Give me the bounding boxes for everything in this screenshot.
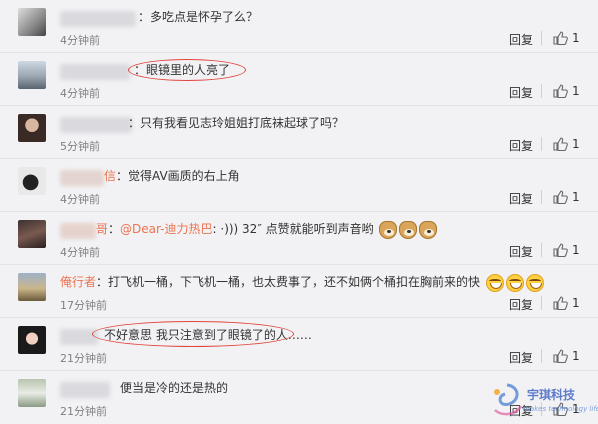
like-count: 1: [572, 84, 580, 98]
username[interactable]: 俺行者: [60, 275, 96, 289]
watermark-logo: 宇琪科技 makes technology life: [487, 380, 598, 420]
watermark-text: 宇琪科技: [527, 388, 576, 402]
thumbs-up-icon[interactable]: [553, 243, 568, 257]
doge-emoji-icon: [399, 220, 418, 239]
comment-text: ：打飞机一桶，下飞机一桶，也太费事了，还不如俩个桶扣在胸前来的快: [96, 275, 481, 289]
username-tail[interactable]: 信: [104, 169, 116, 183]
reply-button[interactable]: 回复: [509, 190, 533, 207]
thumbs-up-icon[interactable]: [553, 31, 568, 45]
comment-row: 不好意思 我只注意到了眼镜了的人…… 21分钟前 回复 1: [0, 318, 598, 371]
doge-emoji-icon: [379, 220, 398, 239]
avatar[interactable]: [18, 273, 46, 301]
like-count: 1: [572, 243, 580, 257]
avatar[interactable]: [18, 8, 46, 36]
thumbs-up-icon[interactable]: [553, 137, 568, 151]
like-count: 1: [572, 349, 580, 363]
timestamp: 21分钟前: [60, 352, 107, 365]
username-blurred: [60, 64, 130, 80]
comment-row: ：只有我看见志玲姐姐打底袜起球了吗？ 5分钟前 回复 1: [0, 106, 598, 159]
divider: [541, 84, 542, 98]
avatar[interactable]: [18, 114, 46, 142]
username-blurred: [60, 117, 132, 133]
like-count: 1: [572, 31, 580, 45]
laugh-emoji-icon: [485, 273, 504, 292]
username-blurred: [60, 223, 96, 239]
reply-button[interactable]: 回复: [509, 137, 533, 154]
avatar[interactable]: [18, 379, 46, 407]
divider: [541, 349, 542, 363]
divider: [541, 243, 542, 257]
username-blurred: [60, 11, 136, 27]
reply-button[interactable]: 回复: [509, 349, 533, 366]
comment-text: 便当是冷的还是热的: [120, 381, 229, 395]
comment-row: 俺行者：打飞机一桶，下飞机一桶，也太费事了，还不如俩个桶扣在胸前来的快 17分钟…: [0, 265, 598, 318]
timestamp: 17分钟前: [60, 299, 107, 312]
timestamp: 4分钟前: [60, 34, 100, 47]
like-count: 1: [572, 190, 580, 204]
timestamp: 4分钟前: [60, 193, 100, 206]
reply-button[interactable]: 回复: [509, 31, 533, 48]
divider: [541, 31, 542, 45]
divider: [541, 137, 542, 151]
like-count: 1: [572, 137, 580, 151]
avatar[interactable]: [18, 167, 46, 195]
timestamp: 5分钟前: [60, 140, 100, 153]
laugh-emoji-icon: [505, 273, 524, 292]
avatar[interactable]: [18, 220, 46, 248]
thumbs-up-icon[interactable]: [553, 190, 568, 204]
highlight-circle: [92, 321, 294, 347]
thumbs-up-icon[interactable]: [553, 296, 568, 310]
comment-text: : ·))) 32″ 点赞就能听到声音哟: [212, 222, 374, 236]
comment-row: 信：觉得AV画质的右上角 4分钟前 回复 1: [0, 159, 598, 212]
reply-button[interactable]: 回复: [509, 243, 533, 260]
timestamp: 4分钟前: [60, 87, 100, 100]
comment-row: ：眼镜里的人亮了 4分钟前 回复 1: [0, 53, 598, 106]
comment-row: ：多吃点是怀孕了么？ 4分钟前 回复 1: [0, 0, 598, 53]
reply-button[interactable]: 回复: [509, 84, 533, 101]
username-blurred: [60, 382, 110, 398]
divider: [541, 296, 542, 310]
reply-button[interactable]: 回复: [509, 296, 533, 313]
divider: [541, 190, 542, 204]
avatar[interactable]: [18, 61, 46, 89]
thumbs-up-icon[interactable]: [553, 349, 568, 363]
username-tail[interactable]: 哥: [96, 222, 108, 236]
comment-row: 哥：@Dear-迪力热巴: ·))) 32″ 点赞就能听到声音哟 4分钟前 回复…: [0, 212, 598, 265]
comment-prefix: ：: [108, 222, 121, 236]
laugh-emoji-icon: [525, 273, 544, 292]
avatar[interactable]: [18, 326, 46, 354]
timestamp: 21分钟前: [60, 405, 107, 418]
mention-link[interactable]: @Dear-迪力热巴: [120, 222, 212, 236]
swirl-logo-icon: [494, 383, 523, 416]
highlight-circle: [128, 59, 246, 81]
timestamp: 4分钟前: [60, 246, 100, 259]
comment-text: ：觉得AV画质的右上角: [116, 169, 240, 183]
comment-text: ：多吃点是怀孕了么？: [138, 10, 259, 24]
doge-emoji-icon: [419, 220, 438, 239]
username-blurred: [60, 170, 104, 186]
watermark-subtext: makes technology life: [523, 405, 598, 413]
like-count: 1: [572, 296, 580, 310]
comment-text: ：只有我看见志玲姐姐打底袜起球了吗？: [128, 116, 345, 130]
thumbs-up-icon[interactable]: [553, 84, 568, 98]
